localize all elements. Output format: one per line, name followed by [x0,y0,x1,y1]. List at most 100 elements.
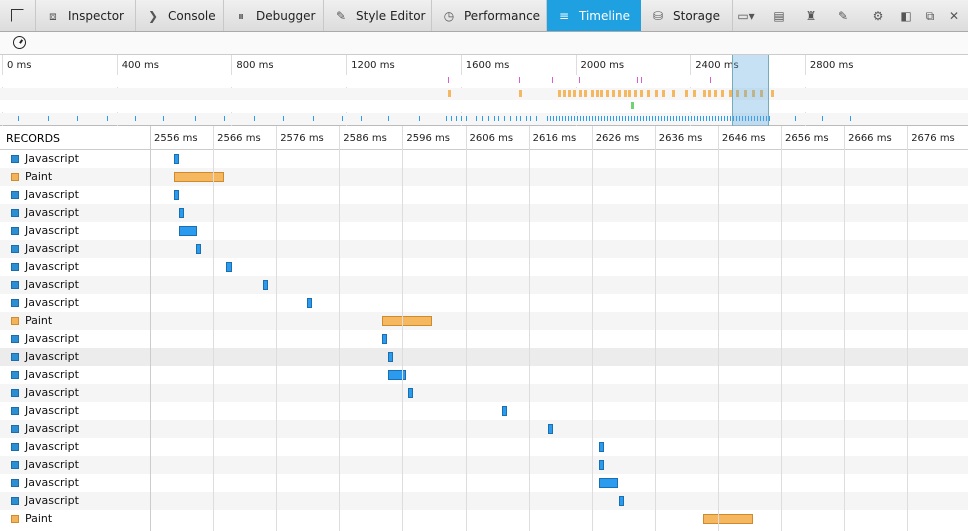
tab-console[interactable]: ❯ Console [136,0,224,31]
overview-js-mark [631,116,632,121]
record-row[interactable]: Javascript [0,474,968,492]
javascript-bar[interactable] [179,208,185,218]
dock-side-icon[interactable]: ◧ [898,8,914,24]
record-row[interactable]: Javascript [0,240,968,258]
overview-js-mark [494,116,495,121]
javascript-bar[interactable] [618,496,624,506]
overview-tick-label: 800 ms [236,60,274,71]
time-gridline [339,126,341,531]
overview-tick-label: 400 ms [121,60,159,71]
javascript-swatch [11,263,19,271]
pick-element-button[interactable] [0,0,36,31]
record-row[interactable]: Javascript [0,150,968,168]
javascript-bar[interactable] [174,154,180,164]
responsive-mode-icon[interactable]: ▭▾ [734,8,758,24]
paint-flashing-icon[interactable]: ♜ [803,8,819,24]
overview-paint-mark [600,90,603,97]
record-row[interactable]: Javascript [0,456,968,474]
javascript-bar[interactable] [387,370,407,380]
record-row[interactable]: Javascript [0,492,968,510]
overview-js-mark [822,116,823,121]
record-row[interactable]: Javascript [0,330,968,348]
record-row[interactable]: Javascript [0,420,968,438]
javascript-bar[interactable] [179,226,198,236]
overview-js-mark [652,116,653,121]
javascript-swatch [11,389,19,397]
record-row[interactable]: Paint [0,312,968,330]
javascript-bar[interactable] [381,334,387,344]
timeline-overview[interactable]: 0 ms 400 ms 800 ms 1200 ms 1600 ms 2000 ms 240… [0,55,968,126]
time-label: 2666 ms [848,133,892,144]
tab-storage[interactable]: ⛁ Storage [641,0,733,31]
overview-js-mark [655,116,656,121]
overview-js-mark [795,116,796,121]
record-row[interactable]: Javascript [0,276,968,294]
overview-js-mark [536,116,537,121]
record-row[interactable]: Javascript [0,438,968,456]
record-row[interactable]: Javascript [0,402,968,420]
javascript-bar[interactable] [263,280,269,290]
javascript-bar[interactable] [502,406,508,416]
javascript-bar[interactable] [547,424,553,434]
scratchpad-icon[interactable]: ▤ [771,8,787,24]
record-name: Javascript [25,242,79,255]
tab-label: Storage [673,8,720,23]
overview-paint-mark [563,90,566,97]
javascript-bar[interactable] [226,262,232,272]
record-stopwatch-icon[interactable] [13,36,26,49]
time-gridline [717,126,719,531]
overview-paint-mark [703,90,706,97]
record-row[interactable]: Paint [0,168,968,186]
time-gridline [654,126,656,531]
record-row[interactable]: Javascript [0,366,968,384]
record-row[interactable]: Javascript [0,258,968,276]
overview-paint-mark [693,90,696,97]
record-row[interactable]: Javascript [0,384,968,402]
paint-bar[interactable] [381,316,433,326]
javascript-bar[interactable] [599,478,618,488]
paint-bar[interactable] [702,514,754,524]
overview-js-mark [688,116,689,121]
tab-performance[interactable]: ◷ Performance [432,0,547,31]
javascript-bar[interactable] [599,442,605,452]
overview-paint-mark [606,90,609,97]
overview-js-mark [482,116,483,121]
record-row[interactable]: Javascript [0,222,968,240]
record-row[interactable]: Paint [0,510,968,528]
paint-bar[interactable] [174,172,224,182]
overview-js-mark [48,116,49,121]
overview-paint-mark [584,90,587,97]
overview-js-mark [574,116,575,121]
overview-js-mark [195,116,196,121]
record-row[interactable]: Javascript [0,294,968,312]
overview-selection[interactable] [732,55,769,126]
overview-paint-mark [628,90,631,97]
eyedropper-icon[interactable]: ✎ [835,8,851,24]
close-icon[interactable]: ✕ [946,8,962,24]
settings-gear-icon[interactable]: ⚙ [870,8,886,24]
overview-js-mark [697,116,698,121]
record-row[interactable]: Javascript [0,348,968,366]
record-name: Javascript [25,476,79,489]
time-label: 2606 ms [469,133,514,144]
overview-js-mark [530,116,531,121]
javascript-bar[interactable] [307,298,313,308]
javascript-bar[interactable] [196,244,202,254]
tab-style-editor[interactable]: ✎ Style Editor [324,0,432,31]
javascript-bar[interactable] [407,388,413,398]
javascript-bar[interactable] [387,352,394,362]
tab-debugger[interactable]: ⏸ Debugger [224,0,324,31]
record-row[interactable]: Javascript [0,204,968,222]
undock-icon[interactable]: ⧉ [922,8,938,24]
record-row[interactable]: Javascript [0,186,968,204]
overview-marker [637,77,638,83]
javascript-bar[interactable] [174,190,180,200]
time-gridline [213,126,215,531]
tab-timeline[interactable]: ≡ Timeline [547,0,641,31]
overview-js-mark [388,116,389,121]
records-title: RECORDS [6,132,61,145]
overview-js-mark [661,116,662,121]
tab-inspector[interactable]: ⧈ Inspector [36,0,136,31]
overview-js-mark [619,116,620,121]
javascript-bar[interactable] [599,460,605,470]
